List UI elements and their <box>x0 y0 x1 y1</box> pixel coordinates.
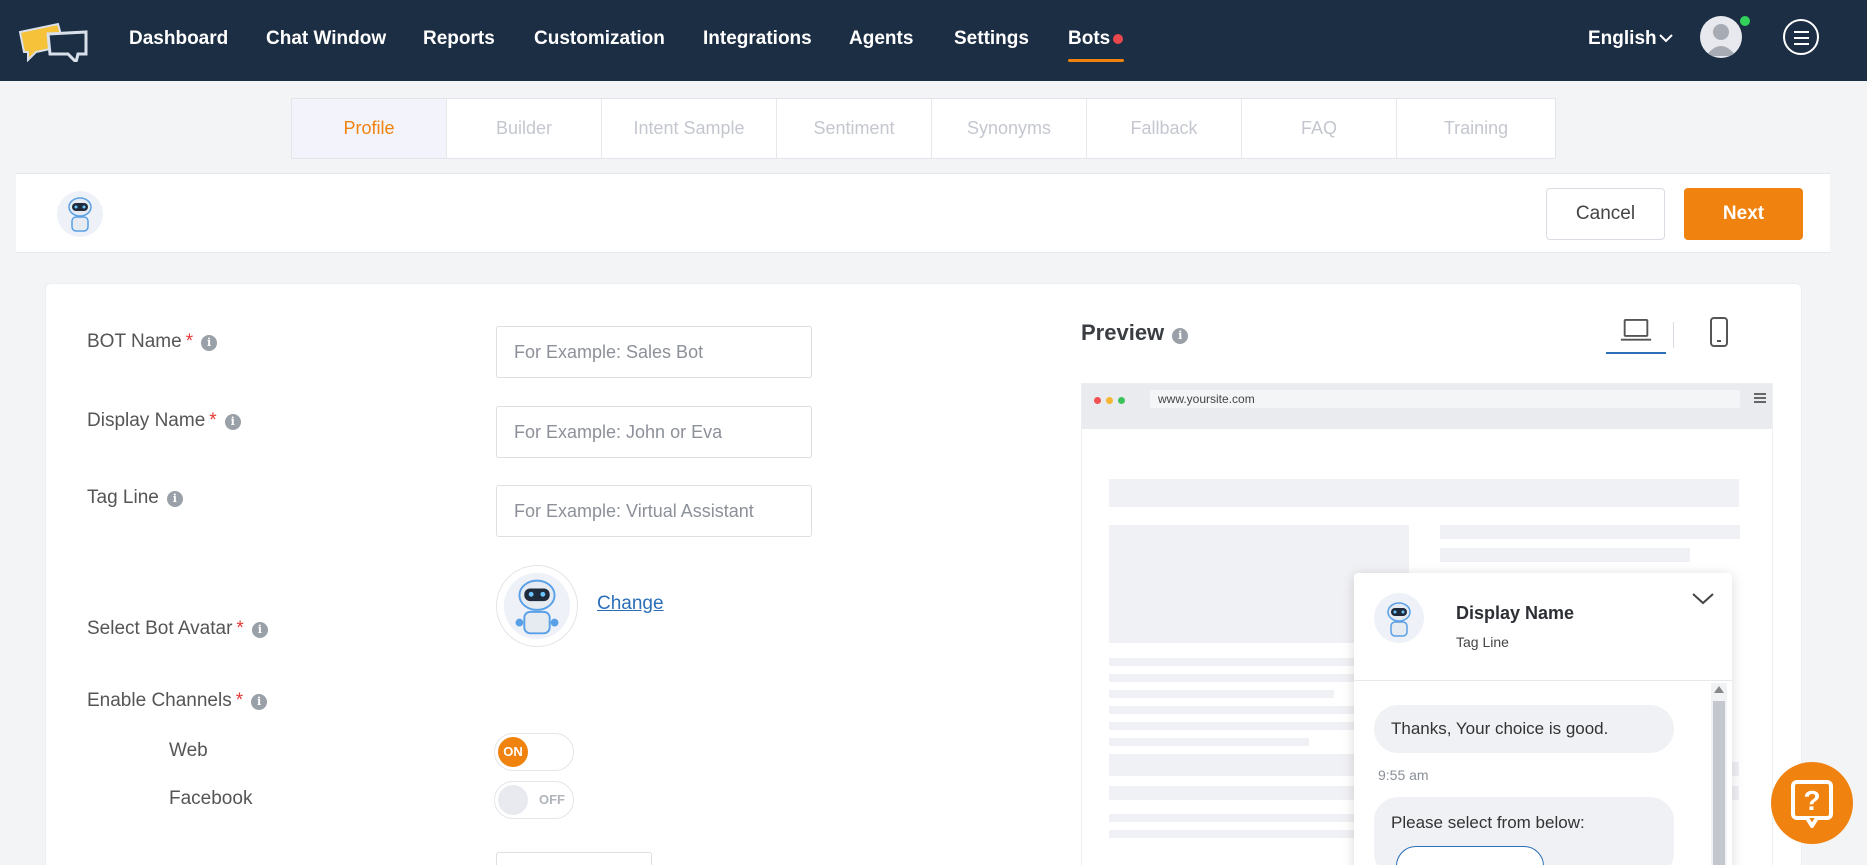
required-marker: * <box>235 690 244 711</box>
close-dot <box>1094 397 1101 404</box>
required-marker: * <box>209 410 217 431</box>
language-selector[interactable]: English <box>1588 0 1657 81</box>
chat-message-bubble: Thanks, Your choice is good. <box>1374 705 1674 753</box>
active-nav-underline <box>1068 59 1124 62</box>
scroll-thumb[interactable] <box>1713 701 1725 865</box>
toggle-off-text: OFF <box>539 792 565 807</box>
scroll-up-arrow[interactable] <box>1714 686 1724 693</box>
enable-channels-label: Enable Channels * i <box>87 690 268 712</box>
help-question-icon: ? <box>1791 780 1833 828</box>
required-marker: * <box>236 618 244 639</box>
tab-fallback[interactable]: Fallback <box>1087 99 1242 158</box>
chat-timestamp: 9:55 am <box>1378 767 1429 783</box>
placeholder-line <box>1109 738 1309 746</box>
info-icon[interactable]: i <box>1172 328 1189 344</box>
minimize-dot <box>1106 397 1113 404</box>
browser-bar: www.yoursite.com <box>1082 384 1772 429</box>
bot-setup-tabs: Profile Builder Intent Sample Sentiment … <box>291 98 1556 159</box>
placeholder-block <box>1440 525 1740 539</box>
notification-dot <box>1113 34 1123 44</box>
svg-text:?: ? <box>1803 785 1820 816</box>
placeholder-line <box>1109 706 1369 714</box>
placeholder-block <box>1440 548 1690 562</box>
chevron-down-icon[interactable] <box>1658 30 1674 46</box>
preview-title: Preview i <box>1081 320 1189 346</box>
nav-chat-window[interactable]: Chat Window <box>266 0 386 81</box>
laptop-icon[interactable] <box>1606 318 1666 354</box>
tag-line-input[interactable] <box>496 485 812 537</box>
nav-agents[interactable]: Agents <box>849 0 913 81</box>
tab-profile[interactable]: Profile <box>292 99 447 158</box>
bot-answer-level-input[interactable] <box>496 852 652 865</box>
top-navigation: Dashboard Chat Window Reports Customizat… <box>0 0 1867 81</box>
tab-sentiment[interactable]: Sentiment <box>777 99 932 158</box>
display-name-input[interactable] <box>496 406 812 458</box>
tag-line-label: Tag Line i <box>87 487 183 509</box>
robot-avatar-icon <box>503 572 571 640</box>
tab-faq[interactable]: FAQ <box>1242 99 1397 158</box>
placeholder-line <box>1109 658 1369 666</box>
bot-name-input[interactable] <box>496 326 812 378</box>
next-button[interactable]: Next <box>1684 188 1803 240</box>
change-avatar-link[interactable]: Change <box>597 593 664 615</box>
placeholder-line <box>1109 674 1369 682</box>
info-icon[interactable]: i <box>201 335 218 351</box>
tab-training[interactable]: Training <box>1397 99 1555 158</box>
info-icon[interactable]: i <box>251 622 268 638</box>
robot-icon <box>1374 593 1424 643</box>
tab-synonyms[interactable]: Synonyms <box>932 99 1087 158</box>
nav-bots[interactable]: Bots <box>1068 0 1110 81</box>
placeholder-line <box>1109 754 1369 762</box>
placeholder-line <box>1109 690 1334 698</box>
info-icon[interactable]: i <box>224 414 241 430</box>
chat-display-name: Display Name <box>1456 603 1575 623</box>
placeholder-block <box>1109 479 1739 507</box>
facebook-channel-toggle[interactable]: OFF <box>494 781 574 819</box>
browser-menu-icon <box>1754 393 1766 405</box>
user-silhouette-icon <box>1706 24 1736 56</box>
url-bar: www.yoursite.com <box>1150 390 1740 408</box>
display-name-label: Display Name * i <box>87 410 241 432</box>
action-bar: Cancel Next <box>16 173 1830 253</box>
help-button[interactable]: ? <box>1771 762 1853 844</box>
info-icon[interactable]: i <box>166 491 183 507</box>
bot-avatar-preview[interactable] <box>496 565 578 647</box>
select-bot-avatar-label: Select Bot Avatar * i <box>87 618 268 640</box>
chat-option-button[interactable] <box>1396 846 1544 865</box>
web-channel-label: Web <box>169 740 208 761</box>
chevron-down-icon[interactable] <box>1691 587 1715 611</box>
tab-intent-sample[interactable]: Intent Sample <box>602 99 777 158</box>
online-status-dot <box>1738 14 1752 28</box>
user-avatar[interactable] <box>1700 16 1742 58</box>
phone-icon[interactable] <box>1708 316 1730 348</box>
view-separator <box>1673 322 1674 348</box>
nav-customization[interactable]: Customization <box>534 0 665 81</box>
facebook-channel-label: Facebook <box>169 788 253 809</box>
placeholder-line <box>1109 830 1369 838</box>
hamburger-menu-icon[interactable] <box>1783 19 1819 55</box>
cancel-button[interactable]: Cancel <box>1546 188 1665 240</box>
web-channel-toggle[interactable]: ON <box>494 733 574 771</box>
info-icon[interactable]: i <box>251 694 268 710</box>
nav-reports[interactable]: Reports <box>423 0 495 81</box>
toggle-knob <box>498 785 528 815</box>
placeholder-line <box>1109 722 1369 730</box>
chat-widget-preview: Display Name Tag Line Thanks, Your choic… <box>1354 573 1732 865</box>
toggle-knob: ON <box>498 737 528 767</box>
robot-icon <box>57 191 103 237</box>
bot-name-label: BOT Name * i <box>87 331 218 353</box>
chat-header: Display Name Tag Line <box>1354 573 1732 681</box>
nav-settings[interactable]: Settings <box>954 0 1029 81</box>
required-marker: * <box>185 331 194 352</box>
chat-scrollbar[interactable] <box>1711 683 1727 865</box>
maximize-dot <box>1118 397 1125 404</box>
nav-integrations[interactable]: Integrations <box>703 0 812 81</box>
tab-builder[interactable]: Builder <box>447 99 602 158</box>
chat-bubbles-logo-icon[interactable] <box>18 22 90 62</box>
chat-tag-line: Tag Line <box>1456 634 1509 650</box>
placeholder-line <box>1109 814 1369 822</box>
nav-dashboard[interactable]: Dashboard <box>129 0 228 81</box>
